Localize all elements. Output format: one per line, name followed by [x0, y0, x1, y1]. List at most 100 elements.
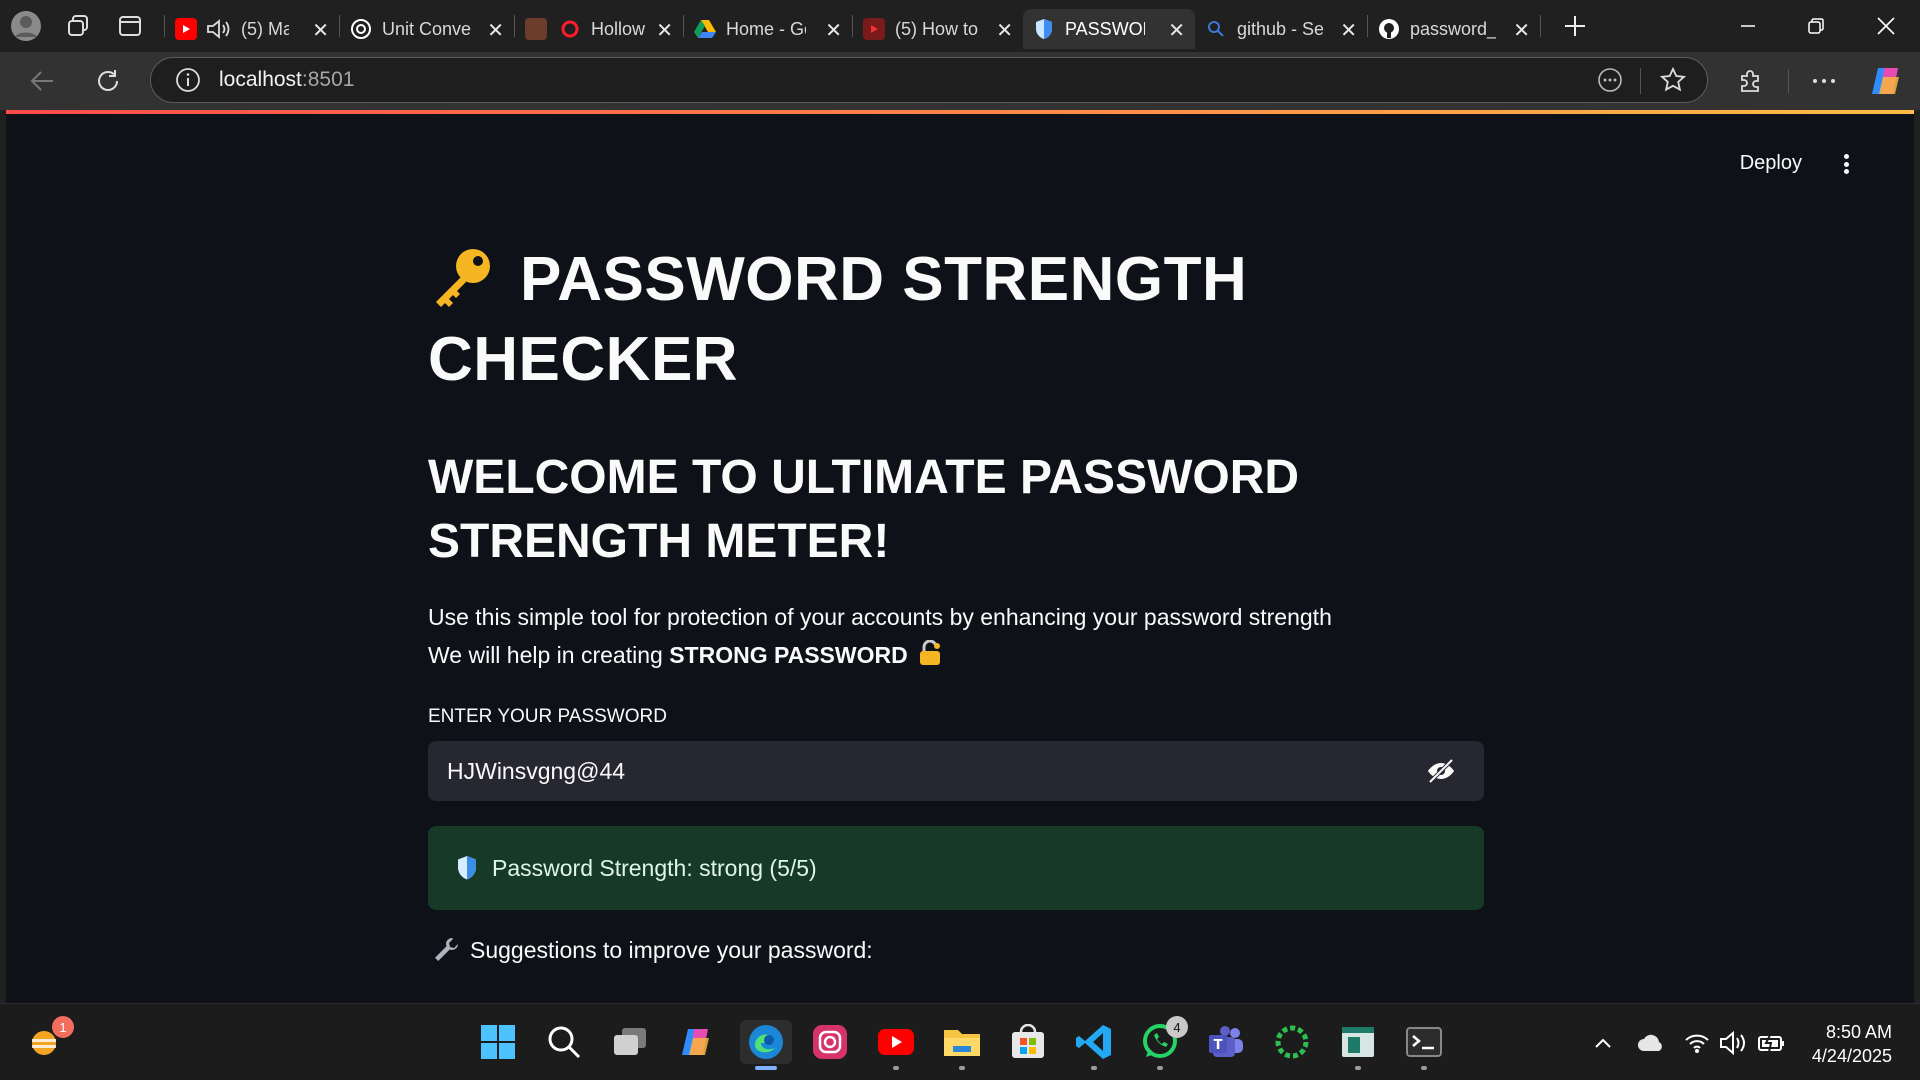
close-tab-icon[interactable]: ✕: [825, 18, 842, 43]
tab-unit-converter[interactable]: Unit Conve ✕: [340, 9, 514, 49]
youtube-icon: [175, 18, 197, 40]
close-tab-icon[interactable]: ✕: [487, 18, 504, 43]
more-page-actions-icon[interactable]: [1597, 67, 1623, 93]
back-button[interactable]: [16, 55, 68, 107]
description-line2-prefix: We will help in creating: [428, 642, 670, 668]
workspaces-icon: [68, 15, 88, 36]
tab-password-checker[interactable]: PASSWOR ✕: [1023, 9, 1195, 49]
workspaces-button[interactable]: [52, 0, 104, 52]
taskbar-teams[interactable]: T: [1204, 1020, 1248, 1064]
taskbar-clock[interactable]: 8:50 AM 4/24/2025: [1812, 1020, 1892, 1068]
suggestions-heading-text: Suggestions to improve your password:: [470, 936, 873, 963]
tab-github-password[interactable]: password_ ✕: [1368, 9, 1540, 49]
close-tab-icon[interactable]: ✕: [656, 18, 673, 43]
tab-github-search[interactable]: github - Se ✕: [1195, 9, 1367, 49]
strength-result-text: Password Strength: strong (5/5): [492, 854, 817, 881]
taskbar-microsoft-store[interactable]: [1006, 1020, 1050, 1064]
minimize-icon: [1741, 25, 1755, 27]
tab-youtube-music[interactable]: (5) Ma ✕: [165, 9, 339, 49]
taskbar-copilot[interactable]: [674, 1020, 718, 1064]
main-menu-button[interactable]: [1834, 152, 1858, 176]
clock-date: 4/24/2025: [1811, 1046, 1892, 1066]
volume-tray[interactable]: [1718, 1028, 1748, 1058]
taskbar-search-button[interactable]: [542, 1020, 586, 1064]
new-tab-button[interactable]: [1549, 0, 1601, 52]
opera-icon: [559, 18, 581, 40]
sync-ring-icon: [1275, 1025, 1309, 1059]
tab-google-drive[interactable]: Home - Go ✕: [684, 9, 852, 49]
tab-list: (5) Ma ✕ Unit Conve ✕ Hollow ✕ Home - Go…: [164, 0, 1601, 52]
tab-title: PASSWOR: [1065, 18, 1145, 39]
close-tab-icon[interactable]: ✕: [1168, 18, 1185, 43]
taskbar-vscode[interactable]: [1072, 1020, 1116, 1070]
taskbar-notepad-app[interactable]: [1336, 1020, 1380, 1070]
close-tab-icon[interactable]: ✕: [312, 18, 329, 43]
windows-taskbar: 1 4 T 8:50 AM 4/24/2025: [0, 1003, 1920, 1080]
taskbar-youtube[interactable]: [874, 1020, 918, 1070]
toolbar-divider: [1788, 69, 1789, 93]
shield-icon: [1033, 18, 1055, 40]
password-input-label: ENTER YOUR PASSWORD: [428, 706, 667, 727]
hide-password-icon[interactable]: [1426, 756, 1456, 786]
taskbar-whatsapp[interactable]: 4: [1138, 1016, 1188, 1070]
close-tab-icon[interactable]: ✕: [996, 18, 1013, 43]
taskbar-instagram[interactable]: [808, 1020, 852, 1064]
close-window-button[interactable]: [1852, 0, 1920, 52]
running-indicator: [1421, 1066, 1427, 1070]
taskbar-file-explorer[interactable]: [940, 1020, 984, 1070]
chevron-up-icon: [1595, 1038, 1611, 1048]
start-button[interactable]: [476, 1020, 520, 1064]
streamlit-app: Deploy PASSWORD STRENGTH CHECKER WELCOME…: [6, 110, 1914, 1003]
task-view-button[interactable]: [608, 1020, 652, 1064]
copilot-button[interactable]: [1860, 55, 1912, 107]
clock-time: 8:50 AM: [1825, 1022, 1892, 1042]
speaker-icon: [1720, 1031, 1745, 1055]
welcome-heading: WELCOME TO ULTIMATE PASSWORD STRENGTH ME…: [428, 446, 1328, 574]
weather-widget[interactable]: 1: [24, 1016, 74, 1064]
deploy-button[interactable]: Deploy: [1740, 152, 1802, 175]
show-hidden-icons-button[interactable]: [1588, 1028, 1618, 1058]
tab-actions-button[interactable]: [104, 0, 156, 52]
tab-title: Unit Conve: [382, 18, 472, 39]
network-tray[interactable]: [1682, 1028, 1712, 1058]
edge-icon: [749, 1025, 783, 1059]
close-tab-icon[interactable]: ✕: [1513, 18, 1530, 43]
onedrive-tray[interactable]: [1636, 1028, 1666, 1058]
browser-toolbar: localhost:8501: [0, 52, 1920, 110]
taskbar-terminal[interactable]: [1402, 1020, 1446, 1070]
address-url: localhost:8501: [219, 68, 354, 92]
profile-avatar-button[interactable]: [0, 0, 52, 52]
page-title-line1: PASSWORD STRENGTH: [520, 245, 1248, 314]
restore-button[interactable]: [1782, 0, 1850, 52]
taskbar-edge[interactable]: [740, 1020, 792, 1070]
running-indicator: [959, 1066, 965, 1070]
address-bar[interactable]: localhost:8501: [150, 57, 1708, 103]
refresh-button[interactable]: [82, 55, 134, 107]
tab-title: Home - Go: [726, 18, 806, 39]
settings-and-more-button[interactable]: [1798, 55, 1850, 107]
plus-icon: [1565, 16, 1585, 36]
audio-playing-icon[interactable]: [205, 18, 231, 40]
close-tab-icon[interactable]: ✕: [1340, 18, 1357, 43]
password-input-value[interactable]: HJWinsvgng@44: [447, 758, 625, 785]
minimize-button[interactable]: [1714, 0, 1782, 52]
welcome-heading-line1: WELCOME TO ULTIMATE PASSWORD: [428, 451, 1300, 504]
menu-dot: [1843, 161, 1849, 167]
wifi-icon: [1685, 1034, 1709, 1053]
taskbar-refresh-app[interactable]: [1270, 1020, 1314, 1064]
copilot-icon: [682, 1029, 709, 1055]
running-indicator: [893, 1066, 899, 1070]
tab-title: github - Se: [1237, 18, 1323, 39]
lock-with-key-icon: [920, 639, 941, 665]
site-info-icon[interactable]: [175, 67, 201, 93]
vscode-icon: [1076, 1025, 1111, 1059]
password-input[interactable]: HJWinsvgng@44: [428, 741, 1484, 801]
extensions-button[interactable]: [1724, 55, 1776, 107]
terminal-icon: [1406, 1027, 1442, 1057]
battery-tray[interactable]: [1756, 1028, 1786, 1058]
description-line1: Use this simple tool for protection of y…: [428, 604, 1332, 630]
favorite-star-icon[interactable]: [1659, 66, 1687, 94]
tab-hollow[interactable]: Hollow ✕: [515, 9, 683, 49]
tab-youtube-how-to[interactable]: (5) How to ✕: [853, 9, 1023, 49]
url-host: localhost: [219, 68, 302, 91]
